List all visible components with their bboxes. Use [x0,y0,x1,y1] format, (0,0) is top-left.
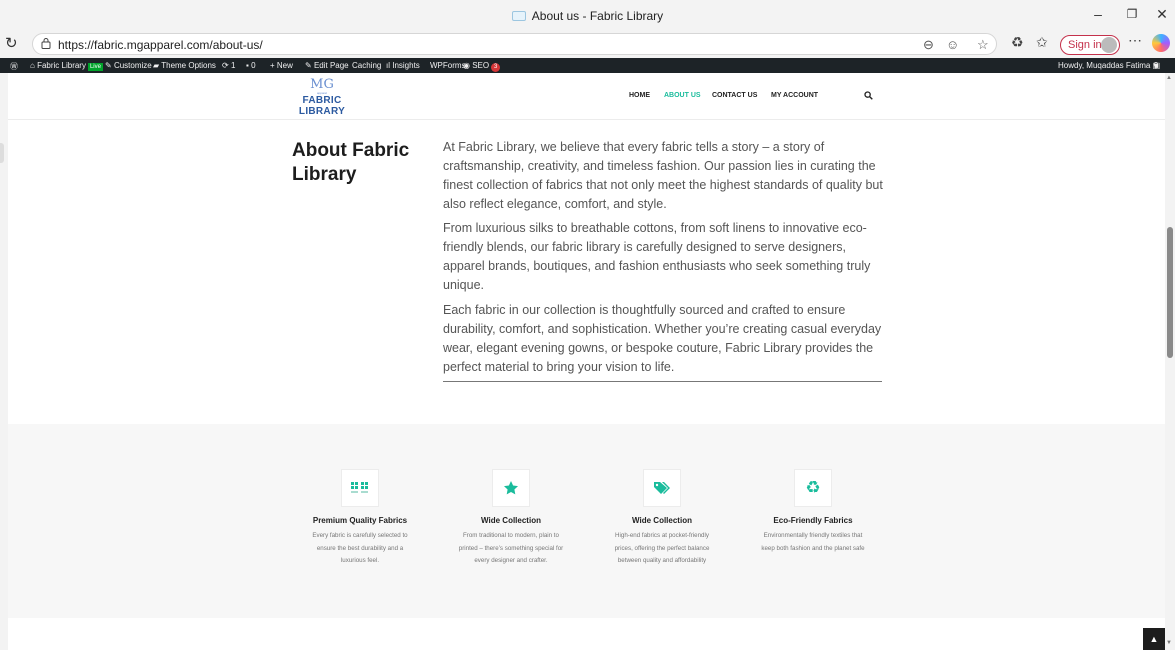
browser-title-bar: About us - Fabric Library – ❐ ✕ [0,0,1175,32]
nav-my-account[interactable]: MY ACCOUNT [771,92,818,99]
feature-title: Wide Collection [481,516,541,525]
admin-theme-options-label: Theme Options [161,61,216,70]
admin-site-label: Fabric Library [37,61,86,70]
feature-title: Eco-Friendly Fabrics [773,516,853,525]
admin-updates-count: 1 [230,61,236,70]
wordpress-logo-icon[interactable]: Ⓦ [10,61,18,72]
feature-icon-box [341,469,379,507]
page-content: MG apparel FABRIC LIBRARY HOME ABOUT US … [8,73,1165,650]
search-icon[interactable] [864,91,873,100]
feature-card: Premium Quality Fabrics Every fabric is … [300,469,420,568]
admin-site-link[interactable]: ⌂ Fabric Library Live [30,61,103,71]
tags-icon [654,482,670,494]
admin-howdy-label: Howdy, Muqaddas Fatima [1058,61,1151,70]
star-icon [504,481,518,495]
side-panel-handle[interactable] [0,143,4,163]
nav-contact-us[interactable]: CONTACT US [712,92,757,99]
lock-icon [41,38,51,49]
about-heading: About Fabric Library [292,140,410,185]
refresh-icon[interactable]: ↻ [5,34,18,52]
scroll-down-arrow[interactable]: ▼ [1166,640,1172,646]
logo-mark: MG [310,77,334,92]
about-divider [443,381,882,382]
admin-customize-label: Customize [113,61,152,70]
feature-icon-box [643,469,681,507]
logo-name: FABRIC LIBRARY [298,95,346,117]
admin-edit-page-label: Edit Page [313,61,349,70]
admin-search-icon[interactable]: ⚲ [1153,61,1159,70]
features-section: Premium Quality Fabrics Every fabric is … [8,424,1165,618]
extensions-icon[interactable]: ♻ [1011,34,1024,51]
admin-edit-page-link[interactable]: ✎ Edit Page [305,61,349,70]
admin-theme-options-link[interactable]: ▰ Theme Options [153,61,216,70]
feature-description: Environmentally friendly textiles that k… [761,532,865,552]
admin-customize-link[interactable]: ✎ Customize [105,61,152,70]
admin-new-label: New [276,61,293,70]
address-bar[interactable]: https://fabric.mgapparel.com/about-us/ ⊖… [32,33,997,55]
admin-insights-link[interactable]: ıl Insights [386,61,420,70]
feature-card: Wide Collection High-end fabrics at pock… [602,469,722,568]
site-header: MG apparel FABRIC LIBRARY HOME ABOUT US … [8,73,1165,120]
address-toolbar: ↻ https://fabric.mgapparel.com/about-us/… [0,32,1175,56]
feature-card: ♻ Eco-Friendly Fabrics Environmentally f… [753,469,873,555]
about-paragraph-2: From luxurious silks to breathable cotto… [443,221,871,292]
scrollbar-thumb[interactable] [1167,227,1173,358]
feature-title: Premium Quality Fabrics [312,516,408,525]
admin-user-menu[interactable]: Howdy, Muqaddas Fatima ▣ [1058,61,1160,70]
more-tools-icon[interactable]: ☺ [946,37,959,52]
sign-in-button[interactable]: Sign in [1060,35,1120,55]
feature-icon-box [492,469,530,507]
seo-count-badge: 3 [491,63,501,72]
minimize-icon[interactable]: – [1088,6,1108,22]
copilot-icon[interactable] [1152,34,1170,52]
site-logo[interactable]: MG apparel FABRIC LIBRARY [284,78,360,117]
admin-caching-link[interactable]: Caching [352,61,381,70]
avatar [1101,37,1117,53]
admin-seo-label: SEO [472,61,490,70]
scroll-to-top-button[interactable]: ▲ [1143,628,1165,650]
nav-home[interactable]: HOME [629,92,650,99]
admin-insights-label: Insights [392,61,420,70]
favorite-star-icon[interactable]: ☆ [977,37,989,53]
sign-in-label: Sign in [1068,39,1102,51]
tab-favicon-icon [511,11,526,21]
grid-icon [351,482,368,493]
feature-description: Every fabric is carefully selected to en… [312,532,408,564]
admin-updates-link[interactable]: ⟳ 1 [222,61,235,70]
nav-about-us[interactable]: ABOUT US [664,92,701,99]
about-paragraph-3: Each fabric in our collection is thought… [443,303,882,374]
window-title-text: About us - Fabric Library [531,9,664,23]
restore-icon[interactable]: ❐ [1122,7,1142,21]
close-icon[interactable]: ✕ [1152,6,1172,23]
arrow-up-icon: ▲ [1149,634,1159,644]
feature-description: High-end fabrics at pocket-friendly pric… [614,532,710,564]
about-paragraph-1: At Fabric Library, we believe that every… [443,140,883,211]
favorites-icon[interactable]: ✩ [1036,34,1048,51]
admin-comments-count: 0 [251,61,256,70]
scroll-up-arrow[interactable]: ▲ [1166,75,1172,81]
feature-description: From traditional to modern, plain to pri… [458,532,564,564]
more-icon[interactable]: ⋯ [1128,32,1142,49]
recycle-icon: ♻ [805,478,821,498]
feature-title: Wide Collection [632,516,692,525]
page-scrollbar[interactable] [1165,73,1175,650]
window-title: About us - Fabric Library [0,9,1175,23]
admin-seo-link[interactable]: ◉ SEO 3 [463,61,501,72]
feature-icon-box: ♻ [794,469,832,507]
admin-wpforms-link[interactable]: WPForms [430,61,466,70]
admin-comments-link[interactable]: ▪ 0 [246,61,256,70]
feature-card: Wide Collection From traditional to mode… [451,469,571,568]
admin-new-link[interactable]: + New [270,61,293,70]
url-text[interactable]: https://fabric.mgapparel.com/about-us/ [58,38,263,52]
zoom-icon[interactable]: ⊖ [923,37,934,53]
live-badge: Live [87,63,103,71]
wp-admin-bar: Ⓦ ⌂ Fabric Library Live ✎ Customize ▰ The… [0,58,1175,73]
